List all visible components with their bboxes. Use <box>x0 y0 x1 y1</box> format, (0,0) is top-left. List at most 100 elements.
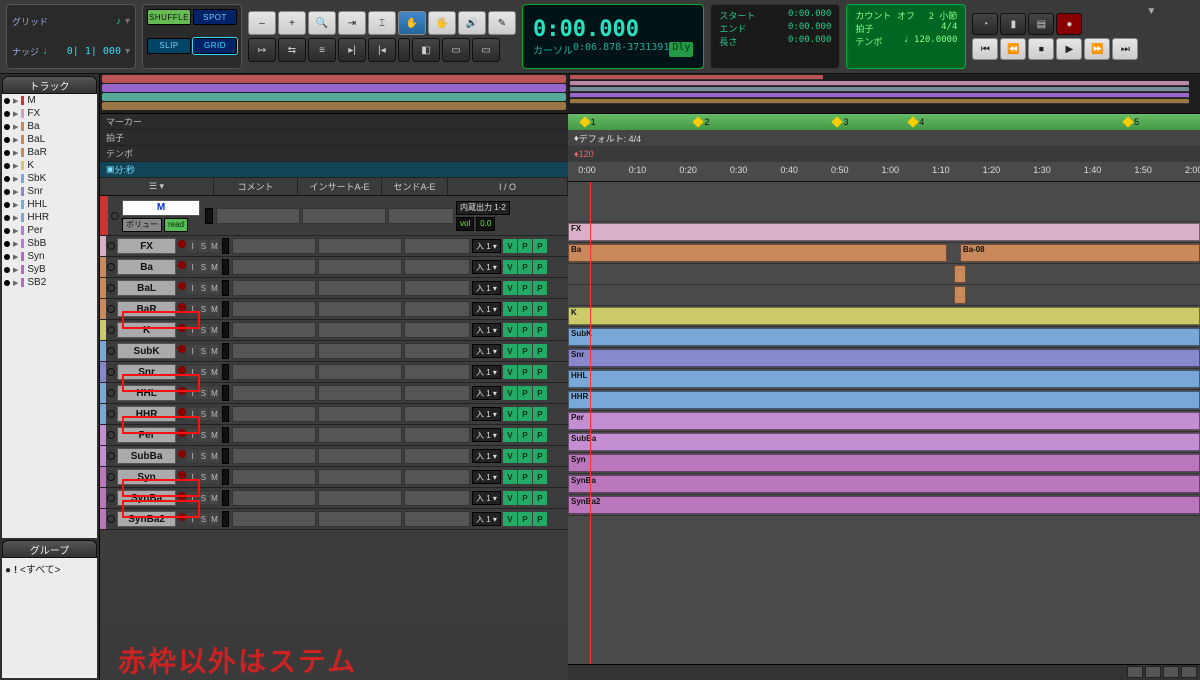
clip-lane[interactable]: Per <box>568 411 1200 432</box>
voice-button[interactable]: V <box>503 491 517 505</box>
solo-button[interactable]: S <box>198 366 208 378</box>
mute-button[interactable]: M <box>209 429 219 441</box>
zoom-in-button[interactable]: + <box>278 11 306 35</box>
rec-enable-icon[interactable] <box>178 429 186 437</box>
tracks-list-item[interactable]: ▶BaR <box>2 146 97 159</box>
mode-slip-button[interactable]: SLIP <box>147 38 191 54</box>
voice-button[interactable]: V <box>503 512 517 526</box>
link-edit-button[interactable]: ≡ <box>308 38 336 62</box>
sends-slots[interactable] <box>404 280 470 296</box>
pan-button[interactable]: P <box>518 344 532 358</box>
rec-enable-icon[interactable] <box>178 492 186 500</box>
inserts-slots[interactable] <box>318 448 402 464</box>
sends-slots[interactable] <box>404 259 470 275</box>
marker[interactable]: 2 <box>694 117 709 127</box>
universe-overview[interactable] <box>568 74 1200 114</box>
marker[interactable]: 4 <box>909 117 924 127</box>
tracks-list-item[interactable]: ▶SbK <box>2 172 97 185</box>
solo-button[interactable]: S <box>198 387 208 399</box>
pan-button[interactable]: P <box>518 260 532 274</box>
clip-lane[interactable]: SynBa <box>568 474 1200 495</box>
solo-button[interactable]: S <box>198 324 208 336</box>
voice-button[interactable]: V <box>503 407 517 421</box>
audio-clip[interactable]: HHR <box>568 391 1200 409</box>
pencil-tool-button[interactable]: 🔊 <box>458 11 486 35</box>
audio-clip[interactable]: Ba <box>568 244 947 262</box>
input-selector[interactable]: 入 1 ▾ <box>472 323 501 337</box>
inserts-slots[interactable] <box>318 238 402 254</box>
comments-field[interactable] <box>232 427 316 443</box>
tracks-list-item[interactable]: ▶SyB <box>2 263 97 276</box>
audio-clip[interactable]: SynBa <box>568 475 1200 493</box>
pan-button[interactable]: P <box>518 428 532 442</box>
record-arm-icon[interactable] <box>111 212 119 220</box>
tracks-list-item[interactable]: ▶SbB <box>2 237 97 250</box>
track-header[interactable]: SubK I S M 入 1 ▾ V P P <box>100 341 568 362</box>
audio-clip[interactable]: FX <box>568 223 1200 241</box>
input-monitor-button[interactable]: I <box>187 450 197 462</box>
tracks-list-item[interactable]: ▶K <box>2 159 97 172</box>
solo-button[interactable]: S <box>198 492 208 504</box>
input-monitor-button[interactable]: I <box>187 492 197 504</box>
track-header[interactable]: BaR I S M 入 1 ▾ V P P <box>100 299 568 320</box>
play-button[interactable]: ▶ <box>1056 38 1082 60</box>
clip-lane[interactable]: SubK <box>568 327 1200 348</box>
mute-button[interactable]: M <box>209 324 219 336</box>
mute-button[interactable]: M <box>209 492 219 504</box>
selector-tool-button[interactable]: ⌶ <box>368 11 396 35</box>
colhdr-inserts[interactable]: インサートA-E <box>298 178 382 195</box>
inserts-slots[interactable] <box>318 364 402 380</box>
rec-enable-icon[interactable] <box>178 345 186 353</box>
voice-button[interactable]: V <box>503 302 517 316</box>
pan-button-2[interactable]: P <box>533 344 547 358</box>
solo-button[interactable]: S <box>198 471 208 483</box>
track-header[interactable]: Snr I S M 入 1 ▾ V P P <box>100 362 568 383</box>
pan-button[interactable]: P <box>518 323 532 337</box>
input-monitor-button[interactable]: I <box>187 513 197 525</box>
track-height-button[interactable] <box>1163 666 1179 678</box>
tempo-value[interactable]: 120.0000 <box>914 35 957 45</box>
pan-button-2[interactable]: P <box>533 470 547 484</box>
record-arm-icon[interactable] <box>107 326 115 334</box>
input-selector[interactable]: 入 1 ▾ <box>472 470 501 484</box>
tracks-list-item[interactable]: ▶HHR <box>2 211 97 224</box>
clip-lane[interactable] <box>568 264 1200 285</box>
solo-button[interactable]: S <box>198 408 208 420</box>
input-monitor-button[interactable]: I <box>187 345 197 357</box>
track-name[interactable]: Snr <box>117 364 177 380</box>
solo-button[interactable]: S <box>198 450 208 462</box>
record-arm-icon[interactable] <box>107 473 115 481</box>
layered-edit-button[interactable]: ▭ <box>442 38 470 62</box>
clip-lane[interactable]: SubBa <box>568 432 1200 453</box>
inserts-slots[interactable] <box>318 322 402 338</box>
go-to-end-button[interactable]: ⏭ <box>1112 38 1138 60</box>
comments-field[interactable] <box>232 238 316 254</box>
pan-button[interactable]: P <box>518 302 532 316</box>
grid-menu-icon[interactable]: ▾ <box>125 16 130 27</box>
clip-lane[interactable]: Snr <box>568 348 1200 369</box>
mode-grid-button[interactable]: GRID <box>193 38 237 54</box>
track-header-master[interactable]: M ボリュー read 内蔵出力 1-2 vol 0.0 <box>100 196 568 236</box>
inserts-slots[interactable] <box>318 469 402 485</box>
track-header[interactable]: K I S M 入 1 ▾ V P P <box>100 320 568 341</box>
groups-list-header[interactable]: グループ <box>2 540 97 558</box>
audio-clip[interactable]: Syn <box>568 454 1200 472</box>
solo-button[interactable]: S <box>198 303 208 315</box>
clip-lane[interactable]: HHL <box>568 369 1200 390</box>
solo-button[interactable]: S <box>198 345 208 357</box>
tracks-list[interactable]: ▶M▶FX▶Ba▶BaL▶BaR▶K▶SbK▶Snr▶HHL▶HHR▶Per▶S… <box>2 94 97 538</box>
track-name[interactable]: BaR <box>117 301 177 317</box>
voice-button[interactable]: V <box>503 323 517 337</box>
solo-button[interactable]: S <box>198 513 208 525</box>
mute-button[interactable]: M <box>209 408 219 420</box>
clip-lane-master[interactable] <box>568 182 1200 222</box>
metronome-button[interactable]: ◔ <box>972 13 998 35</box>
sends-slots[interactable] <box>404 385 470 401</box>
solo-button[interactable]: S <box>198 429 208 441</box>
pan-button[interactable]: P <box>518 449 532 463</box>
track-header[interactable]: BaL I S M 入 1 ▾ V P P <box>100 278 568 299</box>
ruler-tempo-label[interactable]: テンポ <box>100 146 568 162</box>
tab-to-transient-button[interactable]: ↦ <box>248 38 276 62</box>
pan-button[interactable]: P <box>518 365 532 379</box>
rec-enable-icon[interactable] <box>178 366 186 374</box>
